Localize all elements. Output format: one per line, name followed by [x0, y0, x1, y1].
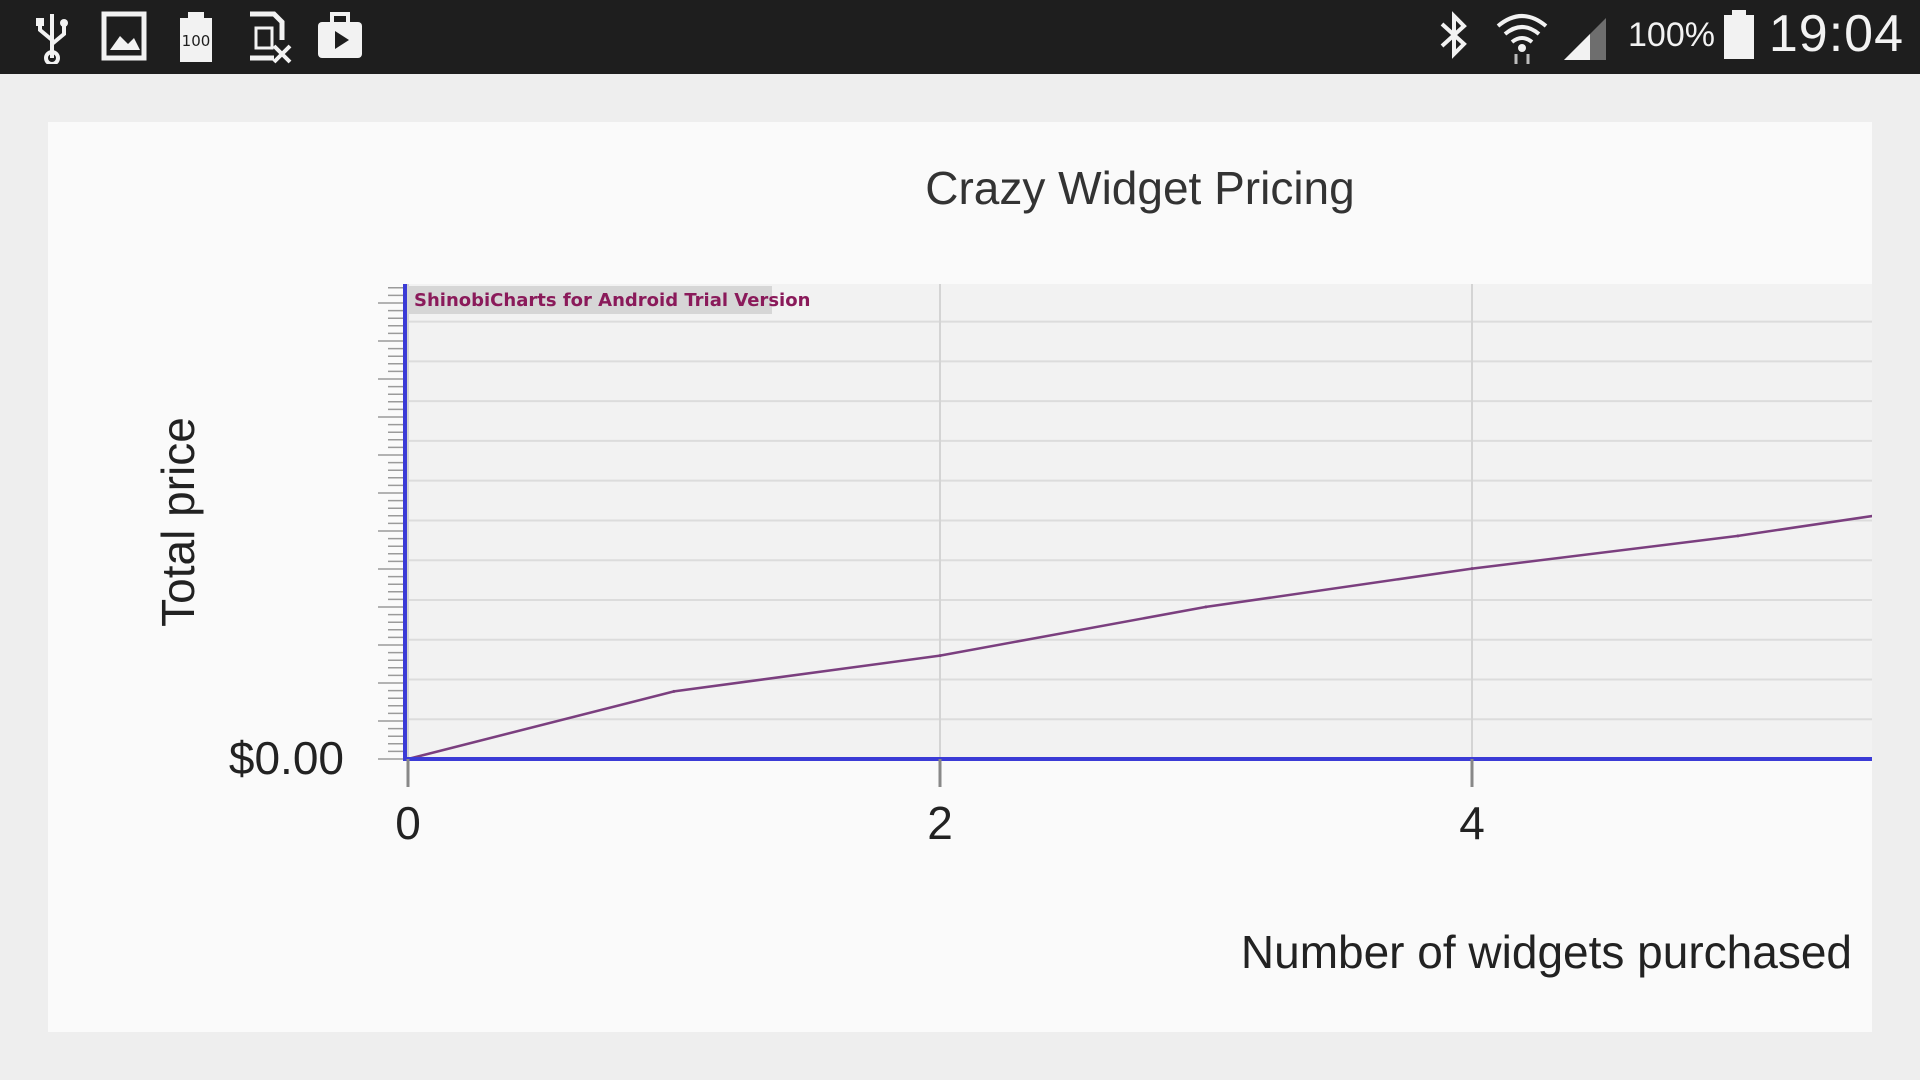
- y-tick-label: $0.00: [229, 732, 344, 784]
- x-ticks: 0246810: [395, 759, 1485, 849]
- image-icon: [101, 11, 147, 61]
- data-point: [1736, 534, 1740, 538]
- x-axis-label: Number of widgets purchased: [1241, 926, 1852, 978]
- video-store-icon: [318, 12, 362, 58]
- data-point: [938, 654, 942, 658]
- x-tick-label: 2: [927, 797, 953, 849]
- trial-watermark: ShinobiCharts for Android Trial Version: [414, 290, 810, 311]
- data-point: [1470, 567, 1474, 571]
- battery-100-notification-icon: 100: [180, 12, 212, 62]
- chart-card: Crazy Widget Pricing Total price Number …: [48, 122, 1872, 1032]
- x-tick-label: 0: [395, 797, 421, 849]
- bluetooth-icon: [1440, 11, 1467, 59]
- y-axis-label: Total price: [152, 417, 204, 627]
- y-minor-ticks: [378, 287, 405, 760]
- usb-icon: [36, 14, 68, 64]
- data-point: [672, 689, 676, 693]
- wifi-icon: [1496, 14, 1548, 64]
- battery-percent: 100%: [1628, 16, 1715, 54]
- battery-icon: [1724, 10, 1754, 59]
- x-tick-label: 4: [1459, 797, 1485, 849]
- signal-icon: [1564, 18, 1606, 60]
- clock: 19:04: [1768, 5, 1904, 63]
- line-chart: Crazy Widget Pricing Total price Number …: [152, 162, 1872, 978]
- chart-title: Crazy Widget Pricing: [925, 162, 1354, 214]
- data-point: [1204, 605, 1208, 609]
- status-bar: 100 100% 19:04: [0, 0, 1920, 74]
- sim-card-off-icon: [250, 11, 292, 64]
- svg-text:100: 100: [182, 32, 211, 50]
